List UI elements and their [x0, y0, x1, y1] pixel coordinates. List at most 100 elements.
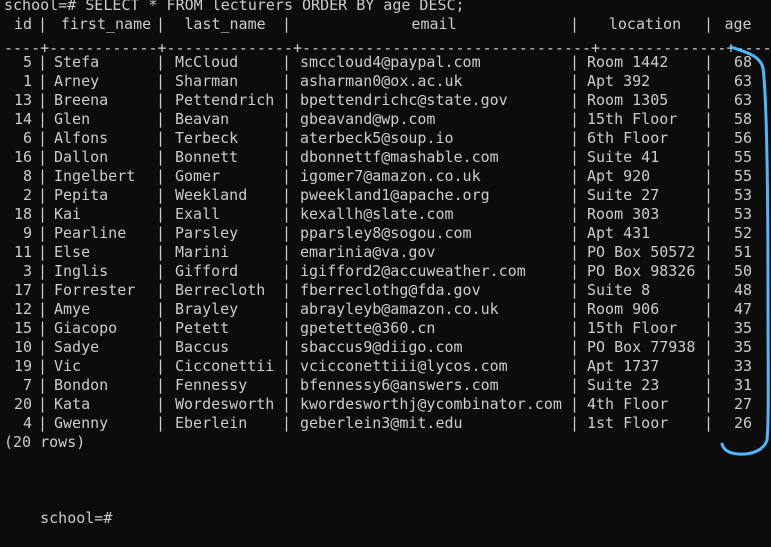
prompt[interactable]: school=# [4, 490, 112, 527]
cell-location: Apt 431 [587, 224, 651, 242]
column-separator: | [156, 395, 166, 413]
column-header-last-name: last_name [184, 15, 266, 33]
cell-id: 13 [13, 91, 32, 109]
column-separator: | [704, 414, 714, 432]
column-separator: | [38, 91, 48, 109]
cell-last-name: Baccus [175, 338, 230, 356]
column-separator: | [38, 72, 48, 90]
column-separator: | [282, 53, 292, 71]
cell-first-name: Pearline [54, 224, 127, 242]
column-separator: | [704, 110, 714, 128]
column-separator: | [570, 186, 580, 204]
column-separator: | [570, 129, 580, 147]
column-separator: | [282, 205, 292, 223]
cell-age: 68 [733, 53, 752, 71]
cell-id: 1 [22, 72, 32, 90]
cell-age: 55 [733, 167, 752, 185]
table-row: 5 Stefa McCloud smccloud4@paypal.com Room 14… [0, 53, 765, 72]
cell-id: 17 [13, 281, 32, 299]
cell-id: 11 [13, 243, 32, 261]
column-header-email: email [411, 15, 457, 33]
column-separator: | [282, 357, 292, 375]
cell-location: Room 1305 [587, 91, 669, 109]
column-separator: | [282, 395, 292, 413]
column-separator: | [704, 357, 714, 375]
cell-location: Room 303 [587, 205, 660, 223]
cell-email: gbeavand@wp.com [300, 110, 436, 128]
table-row: 4 Gwenny Eberlein geberlein3@mit.edu 1st Flo… [0, 414, 765, 433]
cell-id: 16 [13, 148, 32, 166]
cell-first-name: Stefa [54, 53, 100, 71]
cell-id: 3 [22, 262, 32, 280]
cell-location: PO Box 77938 [587, 338, 696, 356]
column-separator: | [570, 15, 580, 33]
table-row: 2 Pepita Weekland pweekland1@apache.org Suit… [0, 186, 765, 205]
table-header: id first_name last_name email location age | | |… [0, 15, 765, 34]
cell-location: PO Box 50572 [587, 243, 696, 261]
column-separator: | [156, 338, 166, 356]
column-separator: | [156, 224, 166, 242]
column-separator: | [156, 357, 166, 375]
cell-last-name: Marini [175, 243, 230, 261]
column-separator: | [38, 376, 48, 394]
column-separator: | [38, 395, 48, 413]
column-separator: | [156, 53, 166, 71]
cell-last-name: Weekland [175, 186, 248, 204]
column-separator: | [704, 205, 714, 223]
column-separator: | [156, 243, 166, 261]
column-separator: | [282, 243, 292, 261]
column-header-first-name: first_name [60, 15, 152, 33]
column-separator: | [570, 243, 580, 261]
column-separator: | [282, 300, 292, 318]
column-separator: | [38, 357, 48, 375]
cell-age: 35 [733, 338, 752, 356]
cell-email: kexallh@slate.com [300, 205, 454, 223]
cell-last-name: Eberlein [175, 414, 248, 432]
table-row: 10 Sadye Baccus sbaccus9@diigo.com PO Box 77… [0, 338, 765, 357]
column-separator: | [570, 110, 580, 128]
cell-id: 4 [22, 414, 32, 432]
column-separator: | [156, 414, 166, 432]
column-separator: | [570, 167, 580, 185]
cell-email: vcicconettiii@lycos.com [300, 357, 508, 375]
cell-id: 19 [13, 357, 32, 375]
column-separator: | [38, 319, 48, 337]
cell-age: 48 [733, 281, 752, 299]
column-separator: | [282, 72, 292, 90]
cell-first-name: Breena [54, 91, 109, 109]
column-separator: | [704, 148, 714, 166]
column-separator: | [570, 262, 580, 280]
cell-first-name: Kai [54, 205, 82, 223]
cell-location: 15th Floor [587, 110, 678, 128]
column-separator: | [282, 91, 292, 109]
cell-first-name: Forrester [54, 281, 136, 299]
prompt-text: school=# [40, 509, 113, 527]
column-separator: | [156, 72, 166, 90]
cell-email: bpettendrichc@state.gov [300, 91, 508, 109]
cell-id: 8 [22, 167, 32, 185]
column-separator: | [156, 167, 166, 185]
cell-id: 12 [13, 300, 32, 318]
cell-first-name: Arney [54, 72, 100, 90]
cell-email: abrayleyb@amazon.co.uk [300, 300, 499, 318]
column-separator: | [156, 15, 166, 33]
cell-age: 63 [733, 91, 752, 109]
column-separator: | [570, 72, 580, 90]
column-separator: | [282, 319, 292, 337]
column-separator: | [704, 15, 714, 33]
cell-last-name: Berrecloth [175, 281, 266, 299]
cell-email: pweekland1@apache.org [300, 186, 490, 204]
cell-last-name: Brayley [175, 300, 239, 318]
column-separator: | [156, 376, 166, 394]
table-row: 15 Giacopo Petett gpetette@360.cn 15th Floor… [0, 319, 765, 338]
table-row: 14 Glen Beavan gbeavand@wp.com 15th Floor 58 |… [0, 110, 765, 129]
cell-last-name: McCloud [175, 53, 239, 71]
cell-id: 10 [13, 338, 32, 356]
cell-email: dbonnettf@mashable.com [300, 148, 499, 166]
cell-age: 35 [733, 319, 752, 337]
cell-last-name: Pettendrich [175, 91, 275, 109]
cell-id: 9 [22, 224, 32, 242]
cell-first-name: Bondon [54, 376, 109, 394]
column-separator: | [282, 262, 292, 280]
table-row: 12 Amye Brayley abrayleyb@amazon.co.uk Room … [0, 300, 765, 319]
